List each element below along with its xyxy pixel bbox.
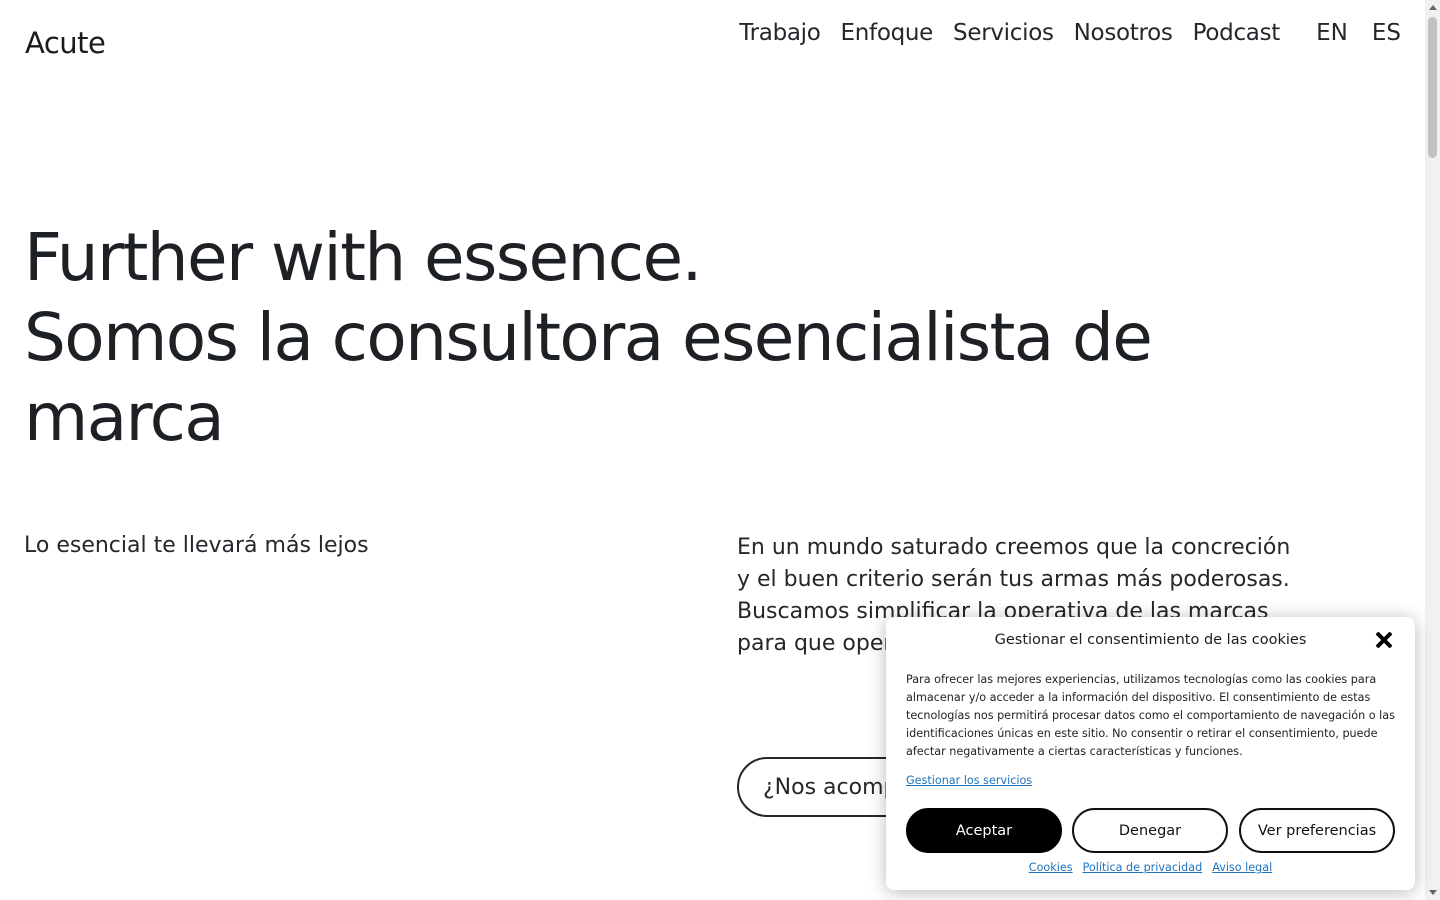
scrollbar-thumb[interactable]	[1428, 17, 1437, 158]
privacy-policy-link[interactable]: Política de privacidad	[1083, 861, 1203, 874]
nav-item-nosotros[interactable]: Nosotros	[1074, 20, 1173, 46]
accept-cookies-button[interactable]: Aceptar	[906, 808, 1062, 853]
nav-item-enfoque[interactable]: Enfoque	[841, 20, 934, 46]
nav-item-servicios[interactable]: Servicios	[953, 20, 1054, 46]
hero-line-2: Somos la consultora esencialista de marc…	[24, 299, 1153, 456]
lang-es-link[interactable]: ES	[1372, 20, 1401, 46]
cookie-consent-dialog: Gestionar el consentimiento de las cooki…	[886, 617, 1415, 890]
legal-notice-link[interactable]: Aviso legal	[1212, 861, 1272, 874]
language-switcher: EN ES	[1316, 20, 1401, 46]
manage-services-link[interactable]: Gestionar los servicios	[906, 774, 1032, 787]
close-icon[interactable]	[1375, 631, 1393, 649]
cookie-dialog-title: Gestionar el consentimiento de las cooki…	[994, 632, 1307, 648]
cookie-description: Para ofrecer las mejores experiencias, u…	[906, 673, 1395, 758]
cookie-footer-links: Cookies Política de privacidad Aviso leg…	[886, 861, 1415, 874]
main-nav: Trabajo Enfoque Servicios Nosotros Podca…	[739, 20, 1280, 46]
site-logo[interactable]: Acute	[25, 26, 106, 60]
nav-item-trabajo[interactable]: Trabajo	[739, 20, 821, 46]
nav-item-podcast[interactable]: Podcast	[1193, 20, 1281, 46]
lang-en-link[interactable]: EN	[1316, 20, 1348, 46]
hero-heading: Further with essence. Somos la consultor…	[24, 218, 1264, 458]
page-scrollbar[interactable]	[1425, 0, 1440, 900]
tagline: Lo esencial te llevará más lejos	[24, 533, 369, 558]
cookies-policy-link[interactable]: Cookies	[1029, 861, 1073, 874]
view-preferences-button[interactable]: Ver preferencias	[1239, 808, 1395, 853]
scroll-up-arrow-icon[interactable]	[1429, 5, 1437, 10]
deny-cookies-button[interactable]: Denegar	[1072, 808, 1228, 853]
scroll-down-arrow-icon[interactable]	[1429, 890, 1437, 895]
hero-line-1: Further with essence.	[24, 219, 702, 296]
